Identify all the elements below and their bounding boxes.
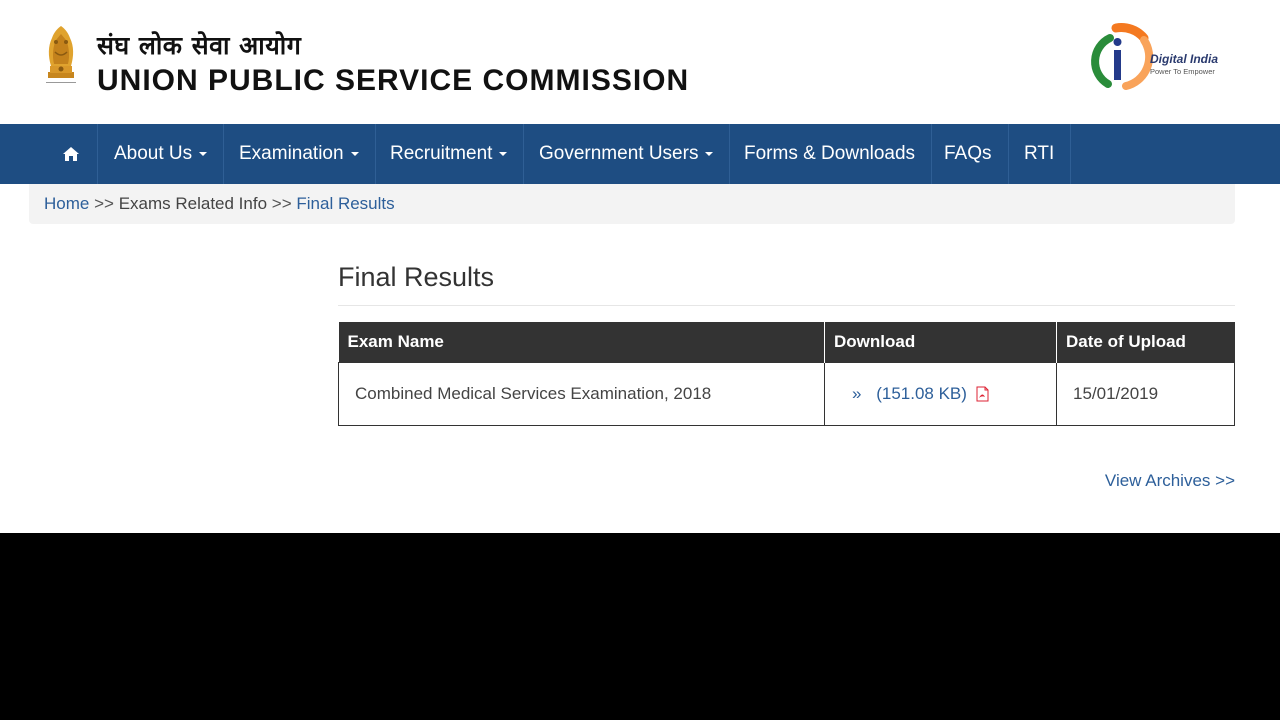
results-table: Exam Name Download Date of Upload Combin… [338, 322, 1235, 426]
nav-home[interactable] [45, 124, 98, 184]
breadcrumb-home-link[interactable]: Home [44, 194, 89, 213]
site-title-english: UNION PUBLIC SERVICE COMMISSION [97, 64, 690, 97]
nav-about-us[interactable]: About Us [98, 124, 225, 184]
table-row: Combined Medical Services Examination, 2… [338, 361, 1235, 426]
nav-label: Recruitment [390, 143, 493, 164]
caret-down-icon [199, 151, 208, 156]
nav-examination[interactable]: Examination [223, 124, 376, 184]
nav-label: FAQs [944, 143, 992, 164]
pdf-icon[interactable] [976, 386, 989, 402]
header-download: Download [824, 322, 1057, 362]
header-date-of-upload: Date of Upload [1056, 322, 1235, 362]
breadcrumb-exams-info: Exams Related Info [118, 194, 268, 213]
download-arrow: » [852, 383, 862, 403]
breadcrumb-separator: >> [94, 194, 114, 213]
download-link[interactable]: (151.08 KB) [876, 384, 967, 403]
caret-down-icon [705, 151, 714, 156]
nav-label: Forms & Downloads [744, 143, 916, 164]
breadcrumb-separator: >> [271, 194, 292, 213]
nav-recruitment[interactable]: Recruitment [374, 124, 525, 184]
home-icon [63, 146, 79, 161]
site-title-hindi: संघ लोक सेवा आयोग [97, 31, 302, 60]
nav-label: About Us [114, 143, 193, 164]
caret-down-icon [499, 151, 508, 156]
caret-down-icon [350, 151, 359, 156]
date-cell: 15/01/2019 [1056, 361, 1235, 426]
nav-rti[interactable]: RTI [1008, 124, 1072, 184]
page: संघ लोक सेवा आयोग UNION PUBLIC SERVICE C… [0, 0, 1280, 533]
nav-label: RTI [1024, 143, 1055, 164]
nav-faqs[interactable]: FAQs [928, 124, 1009, 184]
nav-government-users[interactable]: Government Users [523, 124, 731, 184]
download-cell: » (151.08 KB) [824, 361, 1057, 426]
exam-name-cell: Combined Medical Services Examination, 2… [338, 361, 825, 426]
site-header: संघ लोक सेवा आयोग UNION PUBLIC SERVICE C… [0, 0, 1280, 124]
nav-label: Examination [239, 143, 344, 164]
table-header-row: Exam Name Download Date of Upload [338, 322, 1235, 362]
breadcrumb-current[interactable]: Final Results [296, 194, 394, 213]
header-exam-name: Exam Name [338, 322, 825, 362]
page-title: Final Results [338, 262, 495, 292]
digital-india-title: Digital India [1150, 52, 1219, 66]
main-navbar: About Us Examination Recruitment Governm… [0, 124, 1280, 184]
view-archives-link[interactable]: View Archives >> [1105, 471, 1235, 491]
title-divider [338, 305, 1235, 306]
national-emblem-logo [46, 26, 76, 83]
breadcrumb: Home >> Exams Related Info >> Final Resu… [29, 184, 1235, 224]
nav-label: Government Users [539, 143, 699, 164]
digital-india-tagline: Power To Empower [1150, 67, 1215, 76]
nav-forms-downloads[interactable]: Forms & Downloads [728, 124, 933, 184]
